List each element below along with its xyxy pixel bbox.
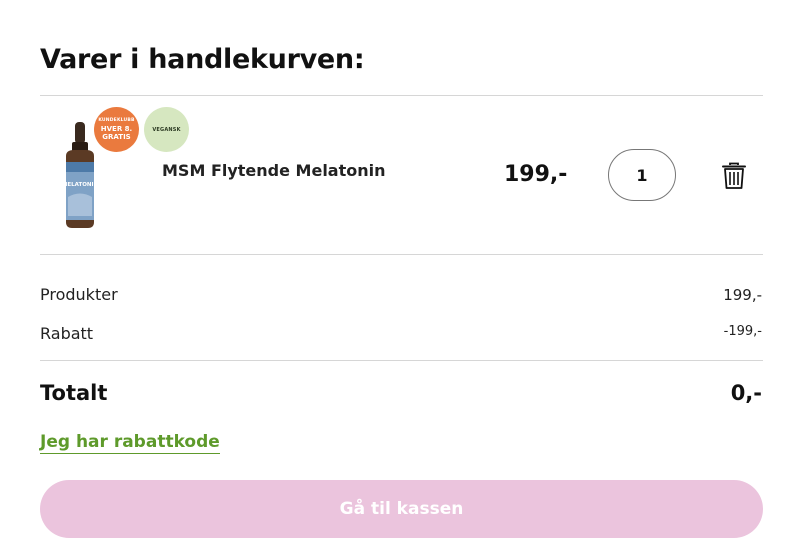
discount-code-link[interactable]: Jeg har rabattkode (40, 432, 220, 454)
checkout-button[interactable]: Gå til kassen (40, 480, 763, 538)
total-value: 0,- (730, 381, 762, 405)
page-title: Varer i handlekurven: (40, 44, 365, 75)
product-name[interactable]: MSM Flytende Melatonin (162, 161, 386, 180)
loyalty-badge-sub: GRATIS (102, 133, 131, 141)
divider (40, 95, 763, 96)
loyalty-badge-small: KUNDEKLUBB (98, 118, 135, 123)
discount-value: -199,- (723, 324, 762, 339)
quantity-input[interactable]: 1 (608, 149, 676, 201)
products-value: 199,- (723, 286, 762, 304)
vegan-badge: VEGANSK (144, 107, 189, 152)
trash-icon[interactable] (721, 162, 747, 190)
products-label: Produkter (40, 285, 118, 304)
loyalty-badge: KUNDEKLUBB HVER 8. GRATIS (94, 107, 139, 152)
product-image-label: MELATONIN (62, 182, 99, 188)
discount-label: Rabatt (40, 324, 94, 343)
divider (40, 360, 763, 361)
loyalty-badge-main: HVER 8. (100, 125, 133, 133)
product-price: 199,- (504, 162, 568, 187)
vegan-badge-label: VEGANSK (152, 126, 181, 133)
total-label: Totalt (40, 381, 108, 405)
divider (40, 254, 763, 255)
